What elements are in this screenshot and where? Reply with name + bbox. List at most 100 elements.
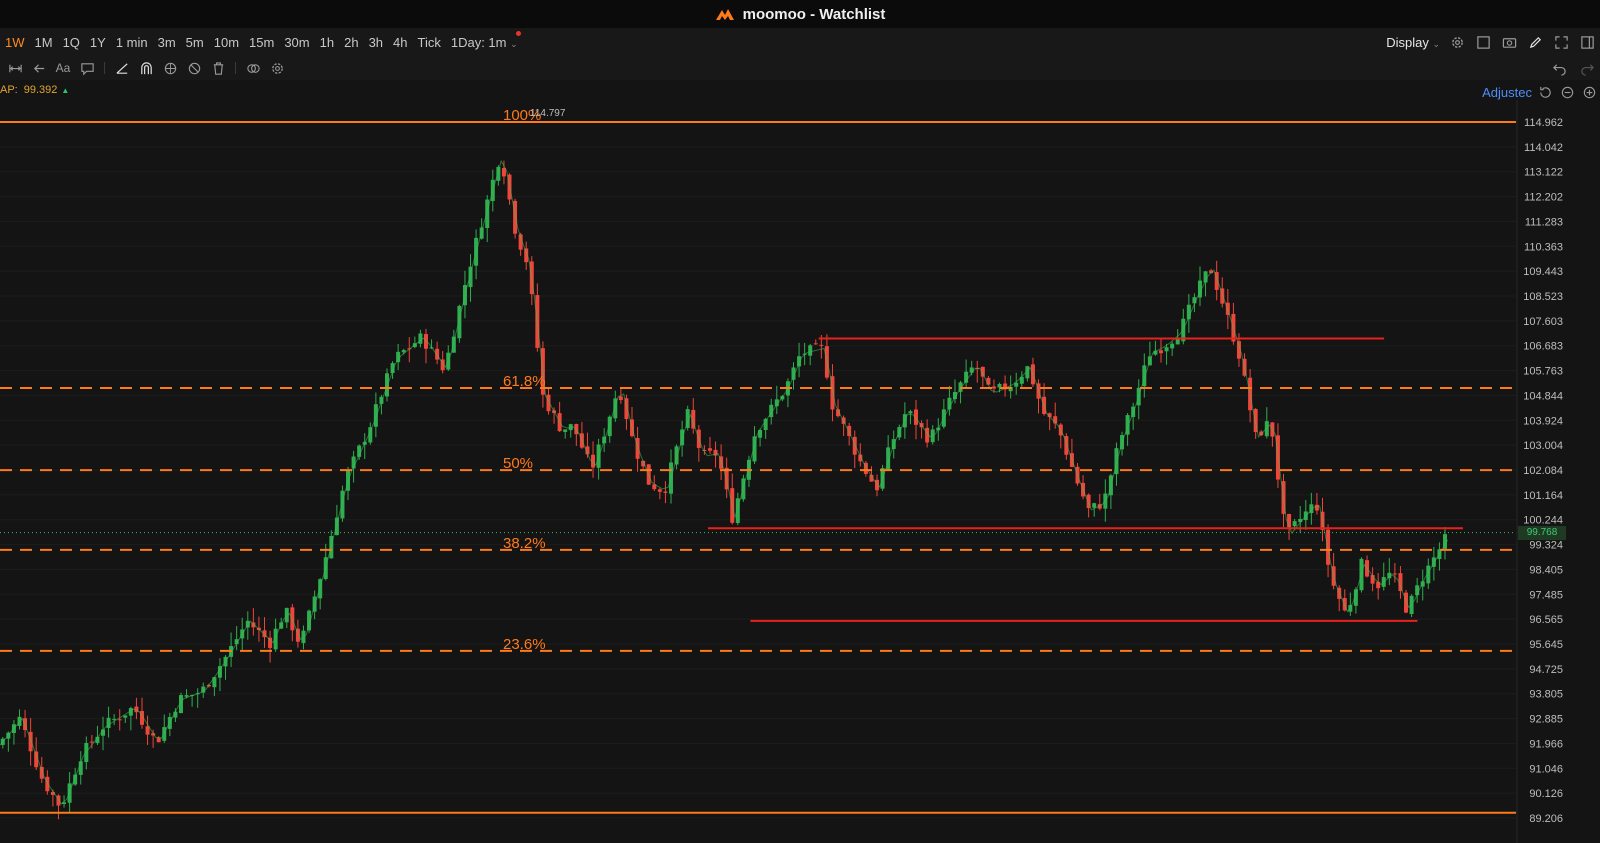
candle-body [1003, 383, 1008, 390]
timeframe-30m[interactable]: 30m [279, 35, 314, 50]
price-tick-label: 105.763 [1523, 366, 1563, 378]
timeframe-2h[interactable]: 2h [339, 35, 363, 50]
hide-drawings-icon[interactable] [161, 59, 179, 77]
redo-icon[interactable] [1578, 59, 1596, 77]
candle-body [1175, 339, 1180, 345]
candle-body [279, 622, 284, 629]
comment-icon[interactable] [78, 59, 96, 77]
candle-body [702, 449, 707, 451]
candle-body [290, 607, 295, 631]
layout-square-icon[interactable] [1474, 33, 1492, 51]
indicator-settings-icon[interactable] [268, 59, 286, 77]
candle-body [78, 761, 83, 775]
candle-body [318, 579, 323, 599]
timeframe-1min[interactable]: 1 min [111, 35, 153, 50]
candle-body [824, 346, 829, 378]
candle-body [657, 489, 662, 492]
candle-body [385, 373, 390, 397]
reset-icon[interactable] [1536, 83, 1554, 101]
candle-body [791, 367, 796, 380]
timeframe-1w[interactable]: 1W [0, 35, 30, 50]
price-chart[interactable]: 100%61.8%50%38.2%23.6%114.797 114.962114… [0, 0, 1600, 843]
candle-body [307, 610, 312, 631]
candle-body [641, 460, 646, 467]
candle-body [585, 446, 590, 455]
timeframe-1q[interactable]: 1Q [58, 35, 85, 50]
back-arrow-icon[interactable] [30, 59, 48, 77]
candle-body [1075, 466, 1080, 484]
timeframe-tick[interactable]: Tick [413, 35, 446, 50]
timeframe-1h[interactable]: 1h [315, 35, 339, 50]
candle-body [401, 350, 406, 353]
candle-body [167, 717, 172, 729]
undo-redo-group [1550, 59, 1596, 77]
notification-dot [515, 30, 521, 36]
candle-body [925, 427, 930, 443]
timeframe-5m[interactable]: 5m [181, 35, 209, 50]
candle-body [579, 433, 584, 448]
candle-body [780, 396, 785, 400]
candle-body [240, 629, 245, 639]
candle-body [496, 167, 501, 181]
camera-icon[interactable] [1500, 33, 1518, 51]
candle-body [435, 348, 440, 360]
sidebar-toggle-icon[interactable] [1578, 33, 1596, 51]
candle-body [913, 409, 918, 425]
candle-body [880, 468, 885, 489]
display-button[interactable]: Display ⌄ [1386, 35, 1440, 50]
candle-body [707, 448, 712, 451]
candle-body [1053, 416, 1058, 424]
settings-gear-icon[interactable] [1448, 33, 1466, 51]
candlestick-series [0, 159, 1449, 820]
candle-body [602, 436, 607, 444]
zoom-in-icon[interactable] [1580, 83, 1598, 101]
adjust-button[interactable]: Adjustec [1482, 85, 1532, 100]
candle-body [529, 261, 534, 295]
candle-body [685, 409, 690, 428]
timeframe-1y[interactable]: 1Y [85, 35, 111, 50]
candle-body [1103, 493, 1108, 509]
candle-body [357, 445, 362, 457]
candle-body [1231, 313, 1236, 342]
candle-body [624, 398, 629, 420]
candle-body [1197, 280, 1202, 298]
zoom-out-icon[interactable] [1558, 83, 1576, 101]
candle-body [696, 429, 701, 448]
candle-body [407, 348, 412, 350]
lock-drawings-icon[interactable] [185, 59, 203, 77]
fit-width-icon[interactable] [6, 59, 24, 77]
candle-body [262, 630, 267, 638]
compare-icon[interactable] [244, 59, 262, 77]
candle-body [479, 227, 484, 239]
candle-body [574, 423, 579, 435]
candle-body [67, 783, 72, 803]
pen-icon[interactable] [1526, 33, 1544, 51]
candle-body [1209, 270, 1214, 274]
trendline-icon[interactable] [113, 59, 131, 77]
timeframe-1day-dropdown[interactable]: 1Day: 1m ⌄ [446, 30, 523, 50]
timeframe-3h[interactable]: 3h [364, 35, 388, 50]
fib-level-label: 50% [503, 455, 533, 472]
candle-body [206, 685, 211, 687]
timeframe-4h[interactable]: 4h [388, 35, 412, 50]
timeframe-10m[interactable]: 10m [209, 35, 244, 50]
timeframe-3m[interactable]: 3m [153, 35, 181, 50]
candle-body [941, 409, 946, 427]
timeframe-1day-label: 1Day: 1m [450, 34, 507, 50]
candle-body [852, 436, 857, 455]
price-tick-label: 95.645 [1529, 639, 1563, 651]
text-tool-icon[interactable]: Aa [54, 59, 72, 77]
delete-trash-icon[interactable] [209, 59, 227, 77]
price-tick-label: 113.122 [1524, 167, 1563, 179]
undo-icon[interactable] [1550, 59, 1568, 77]
candle-body [524, 248, 529, 263]
candle-body [1392, 573, 1397, 575]
timeframe-1m[interactable]: 1M [30, 35, 58, 50]
candle-body [952, 391, 957, 400]
magnet-icon[interactable] [137, 59, 155, 77]
fullscreen-icon[interactable] [1552, 33, 1570, 51]
candle-body [936, 427, 941, 431]
timeframe-15m[interactable]: 15m [244, 35, 279, 50]
candle-body [340, 490, 345, 519]
candle-body [1036, 383, 1041, 399]
